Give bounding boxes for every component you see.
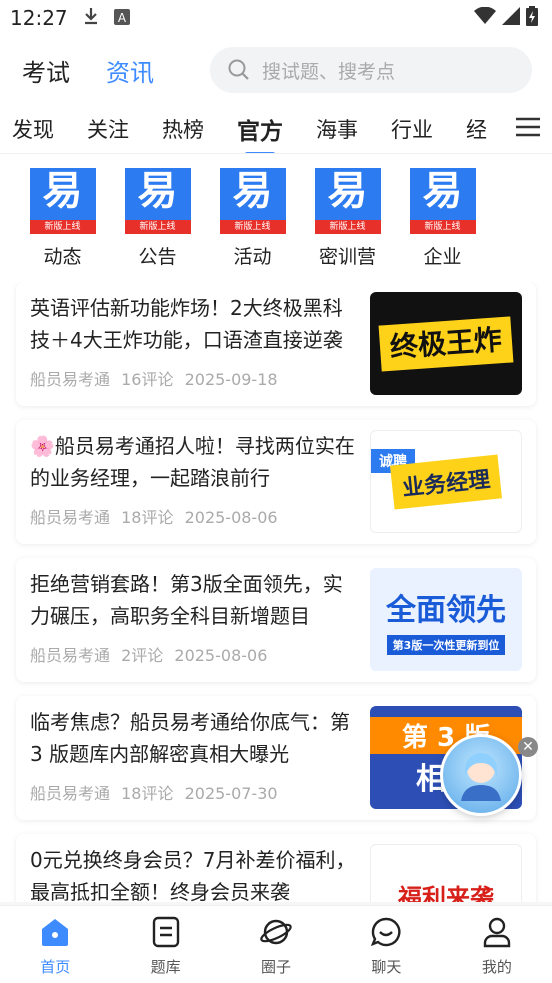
news-card[interactable]: 0元兑换终身会员？7月补差价福利，最高抵扣全额！终身会员来袭 福利来袭 <box>16 834 536 902</box>
profile-icon <box>481 916 513 952</box>
shortcut-label: 动态 <box>43 246 82 268</box>
news-date: 2025-09-18 <box>184 370 278 389</box>
search-input[interactable]: 搜试题、搜考点 <box>210 47 532 93</box>
app-logo-icon: 易 新版上线 <box>29 168 96 234</box>
news-card[interactable]: 英语评估新功能炸场！2大终极黑科技＋4大王炸功能，口语渣直接逆袭 船员易考通 1… <box>16 282 536 406</box>
channel-hot[interactable]: 热榜 <box>162 114 204 144</box>
news-meta: 船员易考通 18评论 2025-07-30 <box>30 780 360 804</box>
news-title: 🌸船员易考通招人啦！寻找两位实在的业务经理，一起踏浪前行 <box>30 434 355 490</box>
news-title: 临考焦虑？船员易考通给你底气：第 3 版题库内部解密真相大曝光 <box>30 710 350 766</box>
tab-exam[interactable]: 考试 <box>22 53 70 88</box>
download-icon <box>82 6 100 31</box>
chat-icon <box>370 916 402 952</box>
news-comments: 18评论 <box>121 784 174 803</box>
news-card[interactable]: 🌸船员易考通招人啦！寻找两位实在的业务经理，一起踏浪前行 船员易考通 18评论 … <box>16 420 536 544</box>
shortcut-label: 密训营 <box>318 246 376 268</box>
status-time: 12:27 <box>10 6 68 30</box>
news-meta: 船员易考通 18评论 2025-08-06 <box>30 504 360 528</box>
nav-label: 我的 <box>481 958 512 976</box>
app-logo-icon: 易 新版上线 <box>219 168 286 234</box>
signal-icon <box>502 6 520 30</box>
app-logo-icon: 易 新版上线 <box>314 168 381 234</box>
nav-label: 圈子 <box>261 958 292 976</box>
news-title: 0元兑换终身会员？7月补差价福利，最高抵扣全额！终身会员来袭 <box>30 848 356 902</box>
channel-maritime[interactable]: 海事 <box>316 114 358 144</box>
planet-icon <box>259 916 293 952</box>
news-thumbnail: 终极王炸 <box>370 292 522 395</box>
shortcut-notice[interactable]: 易 新版上线 公告 <box>110 168 205 282</box>
news-date: 2025-08-06 <box>174 646 268 665</box>
shortcut-label: 公告 <box>138 246 177 268</box>
question-bank-icon <box>150 916 182 952</box>
news-title: 英语评估新功能炸场！2大终极黑科技＋4大王炸功能，口语渣直接逆袭 <box>30 296 343 352</box>
battery-icon <box>526 5 538 31</box>
news-meta: 船员易考通 2评论 2025-08-06 <box>30 642 360 666</box>
shortcut-row: 易 新版上线 动态 易 新版上线 公告 易 新版上线 活动 易 新版上线 密训营… <box>0 154 552 282</box>
status-bar: 12:27 A <box>0 0 552 36</box>
channel-follow[interactable]: 关注 <box>87 114 129 144</box>
shortcut-news[interactable]: 易 新版上线 动态 <box>15 168 110 282</box>
a-icon: A <box>113 6 130 30</box>
news-author: 船员易考通 <box>30 646 111 665</box>
news-date: 2025-08-06 <box>184 508 278 527</box>
news-comments: 2评论 <box>121 646 164 665</box>
news-comments: 16评论 <box>121 370 174 389</box>
shortcut-training[interactable]: 易 新版上线 密训营 <box>300 168 395 282</box>
assistant-avatar-icon <box>453 745 509 805</box>
search-icon <box>228 59 250 81</box>
channel-discover[interactable]: 发现 <box>12 114 54 144</box>
news-thumbnail: 诚聘 业务经理 <box>370 430 522 533</box>
news-thumbnail: 福利来袭 <box>370 844 522 902</box>
channel-official[interactable]: 官方 <box>237 112 283 146</box>
shortcut-label: 企业 <box>423 246 462 268</box>
shortcut-enterprise[interactable]: 易 新版上线 企业 <box>395 168 490 282</box>
nav-home[interactable]: 首页 <box>0 906 110 983</box>
top-header: 考试 资讯 搜试题、搜考点 <box>0 36 552 104</box>
bottom-nav: 首页 题库 圈子 聊天 我的 <box>0 905 552 983</box>
nav-label: 题库 <box>150 958 181 976</box>
channel-more[interactable]: 经 <box>466 114 487 144</box>
wifi-icon <box>474 6 496 30</box>
news-card[interactable]: 拒绝营销套路！第3版全面领先，实力碾压，高职务全科目新增题目 船员易考通 2评论… <box>16 558 536 682</box>
nav-label: 聊天 <box>371 958 402 976</box>
app-logo-icon: 易 新版上线 <box>124 168 191 234</box>
nav-profile[interactable]: 我的 <box>442 906 552 983</box>
app-logo-icon: 易 新版上线 <box>409 168 476 234</box>
nav-question-bank[interactable]: 题库 <box>110 906 220 983</box>
shortcut-activity[interactable]: 易 新版上线 活动 <box>205 168 300 282</box>
tab-news[interactable]: 资讯 <box>106 53 154 88</box>
nav-label: 首页 <box>40 958 71 976</box>
nav-circle[interactable]: 圈子 <box>221 906 331 983</box>
shortcut-label: 活动 <box>233 246 272 268</box>
menu-icon <box>515 116 541 142</box>
search-placeholder: 搜试题、搜考点 <box>262 60 396 83</box>
news-author: 船员易考通 <box>30 784 111 803</box>
assistant-avatar-button[interactable] <box>440 734 522 816</box>
svg-text:A: A <box>118 11 127 25</box>
channel-menu-button[interactable] <box>504 104 552 153</box>
news-thumbnail: 全面领先 第3版一次性更新到位 <box>370 568 522 671</box>
channel-bar: 发现 关注 热榜 官方 海事 行业 经 <box>0 104 552 154</box>
news-meta: 船员易考通 16评论 2025-09-18 <box>30 366 360 390</box>
home-icon <box>39 916 71 952</box>
news-author: 船员易考通 <box>30 508 111 527</box>
news-author: 船员易考通 <box>30 370 111 389</box>
news-comments: 18评论 <box>121 508 174 527</box>
close-icon[interactable]: ✕ <box>518 737 538 757</box>
news-title: 拒绝营销套路！第3版全面领先，实力碾压，高职务全科目新增题目 <box>30 572 343 628</box>
channel-industry[interactable]: 行业 <box>391 114 433 144</box>
nav-chat[interactable]: 聊天 <box>331 906 441 983</box>
news-date: 2025-07-30 <box>184 784 278 803</box>
